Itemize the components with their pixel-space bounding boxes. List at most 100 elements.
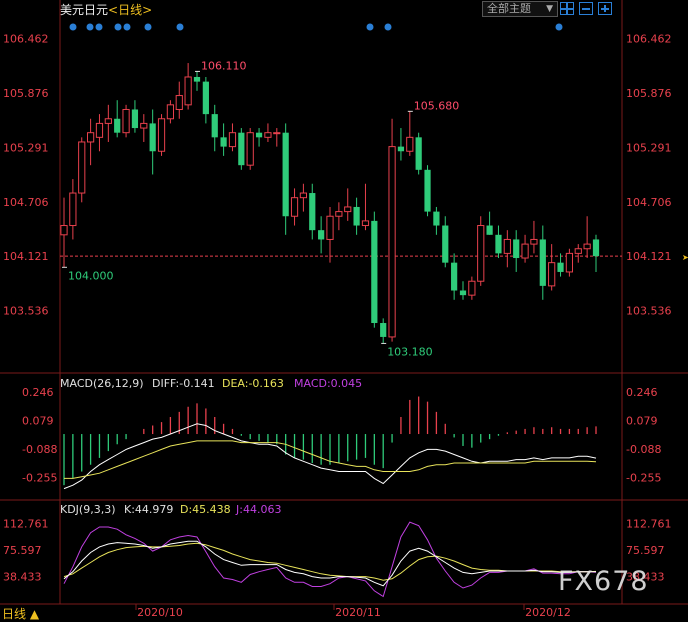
candle-body xyxy=(86,132,95,143)
candle xyxy=(371,211,378,328)
candle-body xyxy=(548,262,556,287)
candle-body xyxy=(78,141,86,194)
footer-bar: 日线 ▲ xyxy=(0,604,688,622)
candle-body xyxy=(69,192,77,227)
candle xyxy=(246,128,254,170)
watermark: FX678 xyxy=(558,566,649,597)
macd-legend-name: MACD(26,12,9) xyxy=(60,377,144,390)
event-dot xyxy=(123,23,131,31)
event-dot xyxy=(176,23,184,31)
candle-body xyxy=(459,290,467,296)
candle-body xyxy=(565,252,574,273)
candle-body xyxy=(255,132,263,138)
kdj-legend-k: K:44.979 xyxy=(124,503,173,516)
candle-body xyxy=(60,225,68,236)
candle-body xyxy=(318,230,325,240)
candle xyxy=(477,216,485,286)
price-axis-right-label: 105.876 xyxy=(626,87,672,100)
candle-body xyxy=(282,132,289,217)
kdj-legend-d: D:45.438 xyxy=(180,503,231,516)
candle-body xyxy=(114,118,121,133)
candle-body xyxy=(140,122,148,129)
price-axis-right-label: 105.291 xyxy=(626,141,672,154)
annotation-high-1: 106.110 xyxy=(201,59,247,72)
price-axis-right-label: 104.706 xyxy=(626,196,672,209)
candle-body xyxy=(513,239,520,259)
candle-body xyxy=(166,104,175,120)
macd-axis-right-label: 0.079 xyxy=(626,415,658,428)
event-dot xyxy=(95,23,103,31)
candle xyxy=(388,118,396,342)
candle-body xyxy=(557,262,564,272)
kdj-axis-left-label: 112.761 xyxy=(3,518,49,531)
price-axis-right-label: 104.121 xyxy=(626,250,672,263)
candle xyxy=(565,248,574,277)
candle-body xyxy=(521,243,529,259)
candle-body xyxy=(344,206,352,213)
candle-body xyxy=(397,146,405,152)
macd-axis-right-label: 0.246 xyxy=(626,386,658,399)
candle-body xyxy=(495,234,502,254)
candle-body xyxy=(424,169,431,212)
candle-body xyxy=(442,225,449,263)
period-label[interactable]: <日线> xyxy=(108,3,152,17)
current-price-marker-icon: ➤ xyxy=(682,253,688,262)
candle xyxy=(424,165,431,217)
event-dot xyxy=(86,23,94,31)
macd-legend-dea: DEA:-0.163 xyxy=(222,377,284,390)
event-dot xyxy=(144,23,152,31)
event-dot xyxy=(555,23,563,31)
period-tab[interactable]: 日线 ▲ xyxy=(2,605,39,622)
candle-body xyxy=(451,262,458,291)
macd-axis-left-label: -0.088 xyxy=(22,443,57,456)
theme-dropdown[interactable]: 全部主题 ▼ xyxy=(482,1,558,17)
price-axis-left-label: 106.462 xyxy=(3,33,49,46)
candle-body xyxy=(95,122,104,138)
kdj-legend-j: J:44.063 xyxy=(235,503,281,516)
candle-body xyxy=(388,146,396,338)
chevron-down-icon: ▼ xyxy=(546,4,553,14)
instrument-title: 美元日元 xyxy=(60,3,109,17)
event-dot xyxy=(114,23,122,31)
candle-body xyxy=(157,118,166,152)
candle-body xyxy=(530,238,538,245)
candle-body xyxy=(415,137,422,170)
candle-body xyxy=(299,192,308,199)
candle-body xyxy=(503,238,511,254)
kdj-legend-name: KDJ(9,3,3) xyxy=(60,503,116,516)
candle-body xyxy=(238,132,245,166)
candle-body xyxy=(477,225,485,282)
event-dot xyxy=(384,23,392,31)
candle-body xyxy=(193,76,201,82)
candle xyxy=(415,132,422,175)
theme-dropdown-label: 全部主题 xyxy=(487,2,531,15)
candle-body xyxy=(361,220,370,227)
candle-body xyxy=(104,118,112,124)
candle-body xyxy=(220,137,227,147)
zoom-in-icon[interactable] xyxy=(598,2,612,15)
annotation-low-1: 104.000 xyxy=(68,269,114,282)
macd-axis-left-label: 0.246 xyxy=(22,386,54,399)
candle-body xyxy=(574,248,582,254)
instrument-header: 美元日元<日线> xyxy=(60,1,152,18)
candle-body xyxy=(468,280,476,296)
candle-body xyxy=(406,136,414,152)
candle-body xyxy=(583,243,591,250)
zoom-out-icon[interactable] xyxy=(579,2,593,15)
crosshair-icon[interactable] xyxy=(560,2,574,15)
price-axis-right-label: 106.462 xyxy=(626,33,672,46)
price-axis-left-label: 104.706 xyxy=(3,196,49,209)
candle-body xyxy=(380,323,387,337)
event-dot xyxy=(69,23,77,31)
candle-body xyxy=(122,108,130,134)
kdj-axis-right-label: 112.761 xyxy=(626,518,672,531)
price-axis-left-label: 105.291 xyxy=(3,141,49,154)
annotation-high-2: 105.680 xyxy=(414,99,460,112)
candle xyxy=(157,114,166,156)
event-dot xyxy=(366,23,374,31)
candle-body xyxy=(246,132,254,166)
candle-body xyxy=(175,95,183,110)
candle-body xyxy=(309,193,316,231)
candle xyxy=(238,128,245,170)
candle xyxy=(78,137,86,203)
